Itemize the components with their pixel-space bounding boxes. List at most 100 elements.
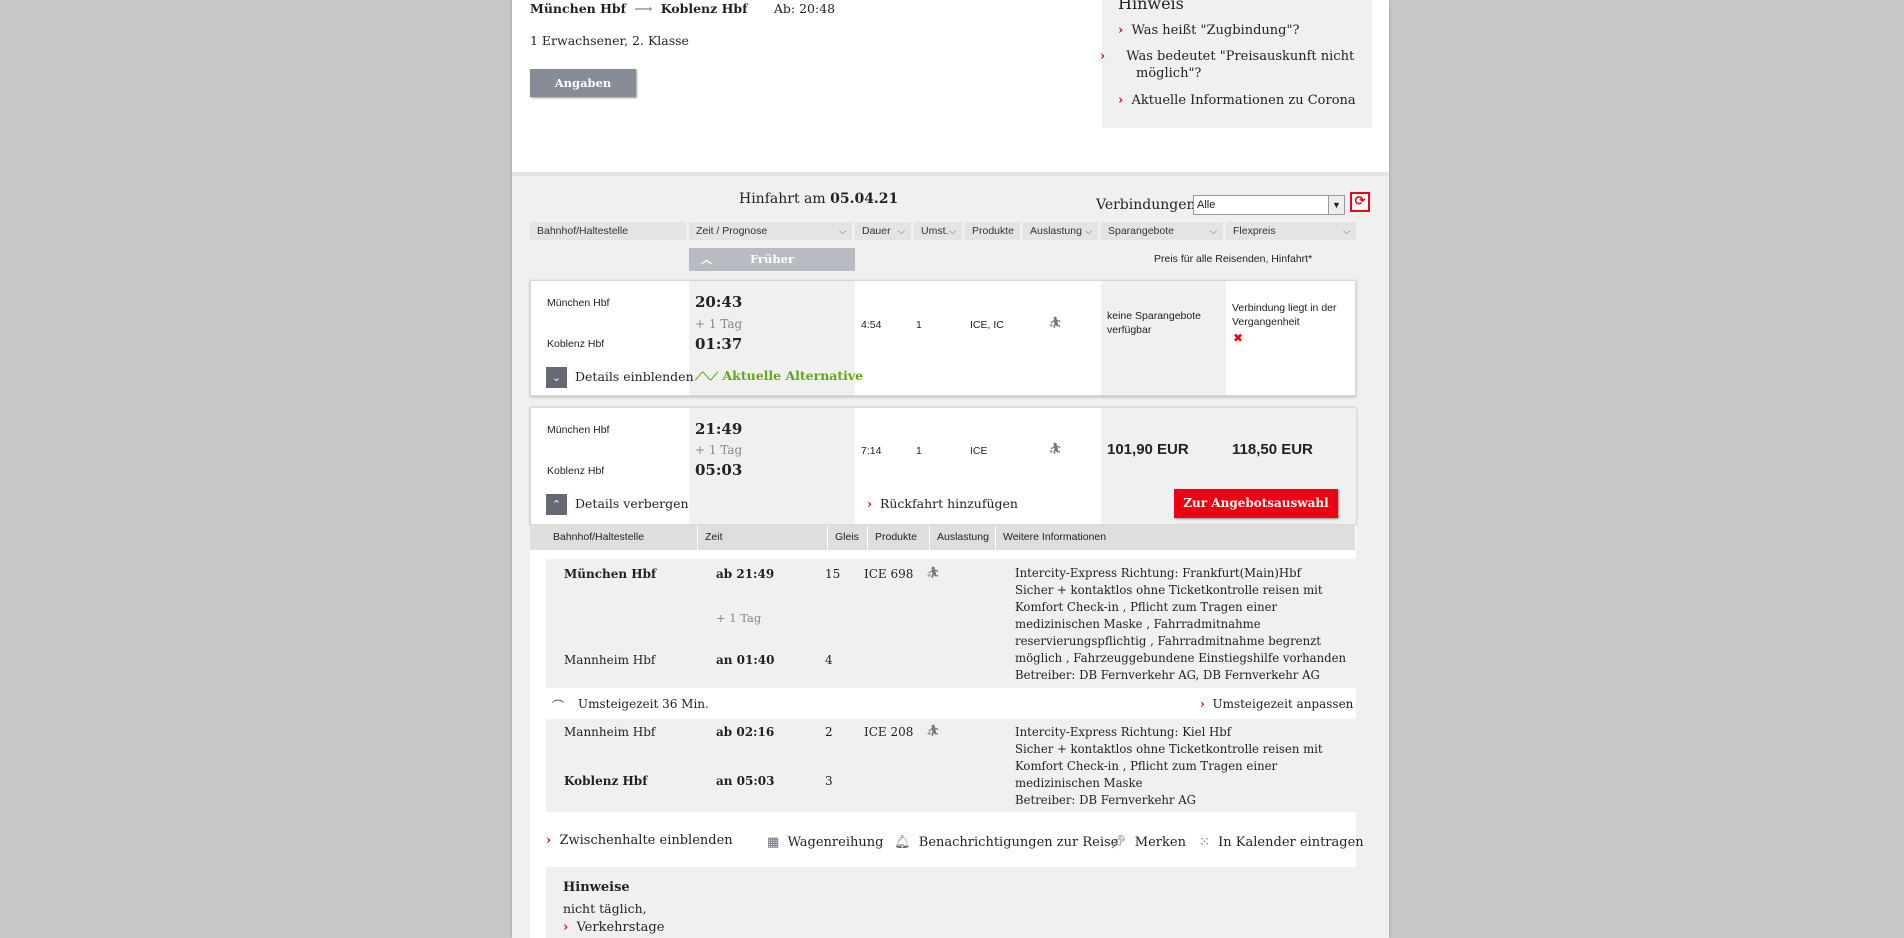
chevron-right-icon: › [1118, 23, 1124, 38]
chevron-right-icon: › [546, 833, 552, 848]
col-label: Umst. [921, 225, 949, 237]
remember-link[interactable]: 📌︎ Merken [1110, 835, 1186, 850]
chevron-down-icon[interactable]: ⌄ [546, 367, 567, 388]
segment-train[interactable]: ICE 208 [864, 725, 913, 739]
col-duration[interactable]: Dauer ⌵ [855, 222, 911, 240]
hinweis-link-zugbindung[interactable]: › Was heißt "Zugbindung"? [1118, 23, 1358, 38]
detail-col-info: Weitere Informationen [996, 525, 1356, 550]
arrival-time: 01:37 [695, 335, 743, 353]
info-line: medizinischen Maske , Fahrradmitnahme [1015, 617, 1261, 631]
col-saver[interactable]: Sparangebote ⌵ [1101, 222, 1223, 240]
connection-card[interactable]: München Hbf Koblenz Hbf 20:43 + 1 Tag 01… [530, 280, 1356, 396]
notifications-link[interactable]: 🔔︎ Benachrichtigungen zur Reise [894, 835, 1118, 850]
alternative-route-icon: ⟋⟍⟋ [695, 370, 719, 383]
info-line: Betreiber: DB Fernverkehr AG [1015, 793, 1196, 807]
segment-arr-time: an 05:03 [716, 774, 775, 788]
to-station: Koblenz Hbf [547, 465, 605, 477]
calendar-icon: ⁙ [1199, 835, 1210, 850]
segment-info: Intercity-Express Richtung: Kiel Hbf Sic… [1015, 724, 1355, 809]
notes-box: Hinweise nicht täglich, › Verkehrstage [546, 867, 1356, 938]
earlier-button[interactable]: ︿ Früher [689, 248, 855, 271]
col-occupancy[interactable]: Auslastung ⌵ [1023, 222, 1098, 240]
col-changes[interactable]: Umst. ⌵ [914, 222, 962, 240]
traffic-days-label: Verkehrstage [576, 920, 665, 935]
departure-time: 20:43 [695, 293, 743, 311]
chevron-down-icon: ▼ [1328, 196, 1344, 214]
travellers-info: 1 Erwachsener, 2. Klasse [530, 33, 689, 48]
outbound-heading: Hinfahrt am 05.04.21 [739, 191, 898, 207]
detail-col-track: Gleis [828, 525, 868, 550]
chevron-right-icon: › [563, 920, 569, 935]
route-from: München Hbf [530, 1, 627, 16]
segment-from: Mannheim Hbf [564, 725, 656, 739]
route-summary: München Hbf ⟶ Koblenz Hbf Ab: 20:48 [530, 1, 835, 16]
detail-col-station: Bahnhof/Haltestelle [546, 525, 698, 550]
segment-to: Mannheim Hbf [564, 653, 656, 667]
duration: 4:54 [861, 319, 882, 331]
from-station: München Hbf [547, 424, 610, 436]
hinweis-link-preisauskunft[interactable]: › Was bedeutet "Preisauskunft nicht mögl… [1100, 48, 1363, 82]
flex-price: Verbindung liegt in der Vergangenheit [1232, 302, 1337, 328]
notes-text: nicht täglich, [563, 901, 647, 916]
connections-label: Verbindungen [1096, 197, 1196, 213]
departure-time: Ab: 20:48 [773, 1, 836, 16]
info-line: Intercity-Express Richtung: Kiel Hbf [1015, 725, 1232, 739]
detail-hdr-spacer [530, 525, 546, 550]
info-line: medizinischen Maske [1015, 776, 1143, 790]
traffic-days-link[interactable]: › Verkehrstage [563, 920, 664, 935]
earlier-button-label: Früher [749, 252, 795, 266]
segment-dep-time: ab 02:16 [716, 725, 775, 739]
refresh-icon[interactable]: ⟳ [1350, 192, 1370, 212]
changes: 1 [916, 319, 922, 331]
arrow-right-icon: ⟶ [634, 1, 653, 16]
change-details-button[interactable]: Angaben ändern [530, 69, 636, 118]
journey-segment: Mannheim Hbf ab 02:16 2 ICE 208 ⛹︎ Koble… [546, 719, 1356, 812]
hinweis-link-corona[interactable]: › Aktuelle Informationen zu Corona [1118, 93, 1363, 108]
current-alternative-link[interactable]: ⟋⟍⟋ Aktuelle Alternative [695, 368, 863, 384]
col-label: Flexpreis [1233, 225, 1276, 237]
page-content: München Hbf ⟶ Koblenz Hbf Ab: 20:48 1 Er… [512, 0, 1389, 938]
details-toggle[interactable]: Details einblenden [575, 369, 694, 384]
connections-select-value: Alle [1197, 199, 1216, 211]
add-return-link[interactable]: › Rückfahrt hinzufügen [867, 496, 1018, 511]
wagon-order-link[interactable]: ▦ Wagenreihung [767, 835, 883, 850]
flex-price[interactable]: 118,50 EUR [1232, 441, 1313, 458]
col-label: Dauer [862, 225, 891, 237]
connection-card[interactable]: München Hbf Koblenz Hbf 21:49 + 1 Tag 05… [530, 407, 1356, 525]
show-stops-link[interactable]: › Zwischenhalte einblenden [546, 833, 733, 848]
add-return-label: Rückfahrt hinzufügen [879, 496, 1018, 511]
next-day-note: + 1 Tag [695, 443, 743, 457]
occupancy-icon: ⛹︎ [926, 566, 940, 579]
saver-price[interactable]: 101,90 EUR [1107, 441, 1189, 458]
detail-col-occupancy: Auslastung [930, 525, 996, 550]
adjust-transfer-link[interactable]: › Umsteigezeit anpassen [1200, 697, 1353, 711]
products: ICE [970, 445, 988, 457]
offer-selection-button[interactable]: Zur Angebotsauswahl [1174, 489, 1338, 518]
notifications-label: Benachrichtigungen zur Reise [918, 835, 1119, 850]
col-label: Auslastung [1030, 225, 1082, 237]
hinweis-title: Hinweis [1118, 0, 1184, 13]
segment-from: München Hbf [564, 567, 657, 581]
segment-arr-track: 3 [825, 774, 833, 788]
connections-select[interactable]: Alle ▼ [1193, 195, 1345, 215]
adjust-transfer-label: Umsteigezeit anpassen [1212, 697, 1354, 711]
detail-col-time: Zeit [698, 525, 828, 550]
col-flex[interactable]: Flexpreis ⌵ [1226, 222, 1356, 240]
col-label: Produkte [972, 225, 1015, 237]
show-stops-label: Zwischenhalte einblenden [559, 833, 733, 848]
from-station: München Hbf [547, 297, 610, 309]
segment-train[interactable]: ICE 698 [864, 567, 913, 581]
occupancy-icon: ⛹︎ [926, 724, 940, 737]
segment-to: Koblenz Hbf [564, 774, 648, 788]
chevron-up-icon[interactable]: ⌃ [546, 494, 567, 515]
details-toggle[interactable]: Details verbergen [575, 496, 689, 511]
segment-dep-time: ab 21:49 [716, 567, 775, 581]
chevron-down-icon: ⌵ [839, 226, 846, 236]
col-products: Produkte [965, 222, 1020, 240]
chevron-right-icon: › [1118, 93, 1124, 108]
col-station: Bahnhof/Haltestelle [530, 222, 686, 240]
calendar-link[interactable]: ⁙ In Kalender eintragen [1199, 835, 1364, 850]
info-line: möglich , Fahrzeuggebundene Einstiegshil… [1015, 651, 1347, 665]
col-time[interactable]: Zeit / Prognose ⌵ [689, 222, 852, 240]
hinweis-link-label: Was bedeutet "Preisauskunft nicht möglic… [1126, 49, 1355, 81]
